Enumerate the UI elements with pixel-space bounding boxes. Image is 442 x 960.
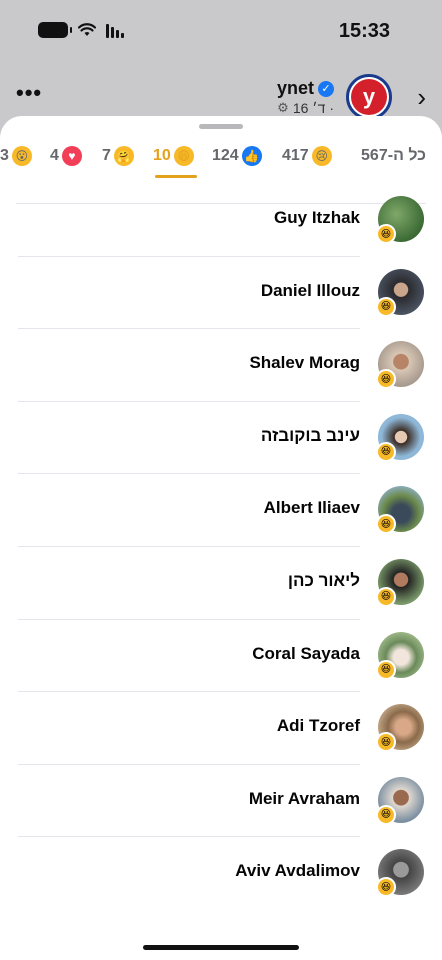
reaction-tabs: כל ה-567 417 😢 124 👍 10 😆 7 🤗 4 ♥ 3 😮: [0, 140, 442, 204]
reactor-name[interactable]: עינב בוקובזה: [261, 426, 360, 446]
reactor-name[interactable]: Coral Sayada: [252, 644, 360, 664]
status-time: 15:33: [338, 20, 390, 42]
like-emoji-icon: 👍: [241, 146, 262, 166]
reactor-name[interactable]: ליאור כהן: [288, 571, 360, 591]
list-item[interactable]: 😆 Shalev Morag: [0, 329, 442, 402]
tab-wow[interactable]: 3 😮: [0, 140, 32, 172]
status-icons: [38, 22, 124, 38]
tab-love[interactable]: 4 ♥: [50, 140, 82, 172]
tab-like-count: 124: [212, 147, 239, 164]
tab-like[interactable]: 124 👍: [212, 140, 262, 172]
battery-icon: [38, 22, 72, 38]
wifi-icon: [78, 23, 96, 36]
tab-haha[interactable]: 10 😆: [153, 140, 194, 172]
post-time-text: 16 ד׳ ·: [292, 100, 334, 116]
list-item[interactable]: 😆 Meir Avraham: [0, 765, 442, 838]
tab-haha-count: 10: [153, 147, 171, 164]
sheet-grabber[interactable]: [199, 124, 243, 129]
list-item[interactable]: 😆 Aviv Avdalimov: [0, 837, 442, 910]
page-name[interactable]: ynet ✓: [277, 78, 334, 99]
tab-love-count: 4: [50, 147, 59, 164]
haha-emoji-icon: 😆: [376, 877, 396, 898]
reactor-name[interactable]: Guy Itzhak: [274, 208, 360, 228]
reactor-name[interactable]: Adi Tzoref: [277, 716, 360, 736]
list-item[interactable]: 😆 Albert Iliaev: [0, 474, 442, 547]
tab-care[interactable]: 7 🤗: [102, 140, 134, 172]
wow-emoji-icon: 😮: [11, 146, 32, 166]
reactor-name[interactable]: Shalev Morag: [249, 353, 360, 373]
list-item[interactable]: 😆 Adi Tzoref: [0, 692, 442, 765]
home-indicator[interactable]: [143, 945, 299, 950]
list-item[interactable]: 😆 Coral Sayada: [0, 620, 442, 693]
haha-emoji-icon: 😆: [173, 146, 194, 166]
list-item[interactable]: 😆 עינב בוקובזה: [0, 402, 442, 475]
reactor-name[interactable]: Meir Avraham: [249, 789, 360, 809]
haha-emoji-icon: 😆: [376, 804, 396, 825]
tab-wow-count: 3: [0, 147, 9, 164]
tab-all[interactable]: כל ה-567: [361, 140, 426, 172]
reactor-name[interactable]: Aviv Avdalimov: [235, 861, 360, 881]
haha-emoji-icon: 😆: [376, 224, 396, 244]
reactions-sheet: כל ה-567 417 😢 124 👍 10 😆 7 🤗 4 ♥ 3 😮 😆 …: [0, 116, 442, 960]
haha-emoji-icon: 😆: [376, 586, 396, 607]
love-emoji-icon: ♥: [61, 146, 82, 166]
haha-emoji-icon: 😆: [376, 514, 396, 535]
cellular-signal-icon: [106, 22, 124, 38]
tab-all-label: כל ה-567: [361, 147, 426, 164]
list-item[interactable]: 😆 Daniel Illouz: [0, 257, 442, 330]
tab-care-count: 7: [102, 147, 111, 164]
reactors-list: 😆 Guy Itzhak 😆 Daniel Illouz 😆 Shalev Mo…: [0, 184, 442, 910]
tab-sad[interactable]: 417 😢: [282, 140, 332, 172]
chevron-right-icon[interactable]: ›: [417, 82, 426, 113]
haha-emoji-icon: 😆: [376, 369, 396, 390]
haha-emoji-icon: 😆: [376, 732, 396, 753]
haha-emoji-icon: 😆: [376, 659, 396, 680]
reactor-name[interactable]: Albert Iliaev: [264, 498, 360, 518]
tab-sad-count: 417: [282, 147, 309, 164]
page-avatar[interactable]: y: [346, 74, 392, 120]
reactor-name[interactable]: Daniel Illouz: [261, 281, 360, 301]
list-item[interactable]: 😆 Guy Itzhak: [0, 184, 442, 257]
page-avatar-logo: y: [351, 79, 387, 115]
more-options-icon[interactable]: •••: [16, 80, 42, 106]
care-emoji-icon: 🤗: [113, 146, 134, 166]
list-item[interactable]: 😆 ליאור כהן: [0, 547, 442, 620]
status-bar: 15:33: [0, 0, 442, 60]
haha-emoji-icon: 😆: [376, 296, 396, 317]
page-name-text: ynet: [276, 78, 314, 98]
verified-badge-icon: ✓: [318, 80, 334, 97]
post-timestamp: ⚙ 16 ד׳ ·: [277, 100, 334, 116]
sad-emoji-icon: 😢: [311, 146, 332, 166]
haha-emoji-icon: 😆: [376, 441, 396, 462]
active-tab-indicator: [155, 175, 197, 178]
gear-icon: ⚙: [277, 100, 289, 115]
